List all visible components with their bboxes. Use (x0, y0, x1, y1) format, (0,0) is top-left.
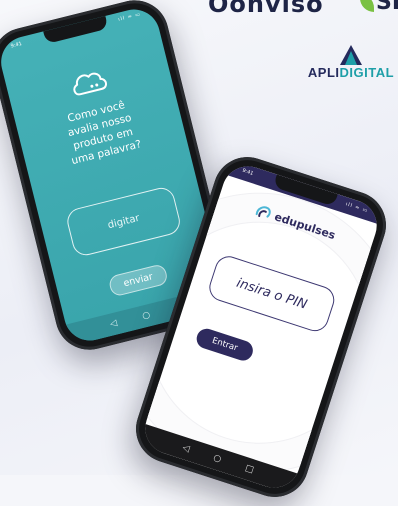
leaf-icon (360, 0, 374, 12)
home-icon[interactable]: ○ (212, 453, 223, 465)
oonviso-logo: Oonviso (208, 0, 324, 18)
leaf-brand-text: SI (376, 0, 398, 15)
apli-logo-text: APLIDIGITAL (305, 65, 397, 80)
phone-notch (43, 15, 109, 44)
edupulses-logo-icon (255, 206, 271, 218)
partner-logos: Oonviso SI (208, 0, 398, 20)
back-icon[interactable]: ◁ (109, 318, 118, 329)
word-input-placeholder: digitar (106, 212, 141, 231)
back-icon[interactable]: ◁ (181, 443, 191, 455)
send-button[interactable]: enviar (107, 263, 169, 298)
feedback-question: Como você avalia nosso produto em uma pa… (30, 89, 174, 176)
leaf-brand-logo: SI (360, 0, 398, 15)
apli-prefix: APLI (307, 65, 340, 80)
status-icons: ıll ≈ ▭ (117, 11, 142, 23)
word-input[interactable]: digitar (64, 184, 183, 259)
status-time: 9:41 (10, 41, 23, 50)
aplidigital-logo: APLIDIGITAL (305, 45, 397, 85)
apli-logo-mark-icon (305, 45, 397, 65)
recent-apps-icon[interactable]: □ (244, 463, 255, 475)
apli-suffix: DIGITAL (339, 65, 395, 80)
home-icon[interactable]: ○ (141, 310, 151, 322)
cloud-chat-icon (66, 63, 112, 102)
pin-input-placeholder: insira o PIN (234, 275, 309, 313)
